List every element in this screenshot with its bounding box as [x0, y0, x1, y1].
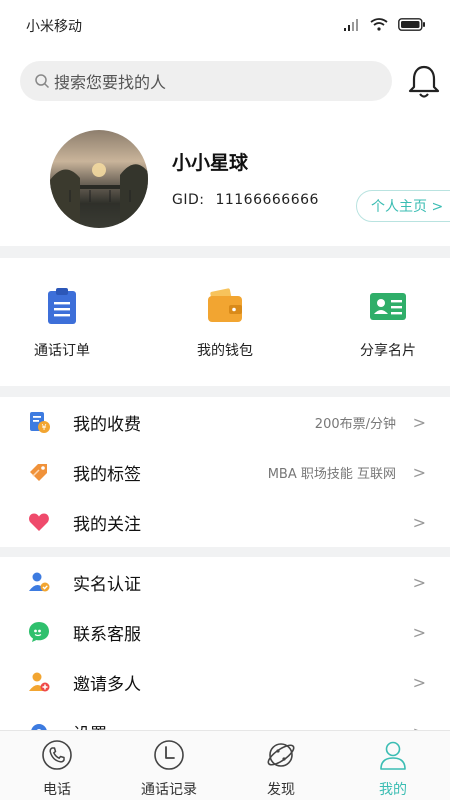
- person-icon: [380, 741, 406, 770]
- menu-item-my-fee[interactable]: ¥ 我的收费 200布票/分钟 >: [0, 397, 450, 447]
- menu-label: 实名认证: [73, 574, 141, 595]
- clipboard-icon: [48, 288, 76, 324]
- quick-action-label: 通话订单: [34, 343, 90, 359]
- gid-value: 11166666666: [215, 192, 319, 208]
- menu-group-profile: ¥ 我的收费 200布票/分钟 > 我的标签 MBA 职场技能 互联网 > 我的…: [0, 397, 450, 547]
- customer-service-icon: [29, 622, 49, 642]
- chevron-right-icon: >: [412, 572, 426, 592]
- phone-icon: [42, 740, 72, 770]
- business-card-icon: [370, 293, 406, 320]
- wifi-icon: [370, 18, 388, 31]
- tab-label: 电话: [43, 782, 71, 798]
- tab-discover[interactable]: 发现: [236, 739, 326, 799]
- tab-label: 发现: [267, 782, 295, 798]
- bottom-tab-bar: 电话 通话记录 发现 我的: [0, 730, 450, 800]
- tag-icon: [30, 464, 47, 481]
- menu-item-real-name-verification[interactable]: 实名认证 >: [0, 557, 450, 607]
- signal-icon: [344, 18, 358, 31]
- quick-action-wallet[interactable]: 我的钱包: [165, 286, 285, 360]
- verified-user-icon: [29, 572, 50, 592]
- settings-icon: [31, 724, 47, 730]
- tab-phone[interactable]: 电话: [12, 739, 102, 799]
- menu-label: 我的关注: [73, 514, 141, 535]
- quick-action-call-orders[interactable]: 通话订单: [2, 286, 122, 360]
- search-placeholder: 搜索您要找的人: [54, 73, 167, 92]
- quick-action-label: 我的钱包: [197, 343, 253, 359]
- menu-label: 联系客服: [73, 624, 141, 645]
- status-icons: [344, 18, 426, 31]
- tab-me[interactable]: 我的: [348, 739, 438, 799]
- search-row: 搜索您要找的人: [0, 50, 450, 118]
- quick-actions: 通话订单 我的钱包 分享名片: [0, 258, 450, 386]
- gid-label: GID:: [172, 192, 205, 208]
- bell-icon[interactable]: [404, 62, 444, 102]
- menu-item-my-tags[interactable]: 我的标签 MBA 职场技能 互联网 >: [0, 447, 450, 497]
- menu-group-account: 实名认证 > 联系客服 > 邀请多人 > 设置 >: [0, 557, 450, 730]
- invite-user-icon: [29, 672, 50, 692]
- search-icon: [35, 74, 50, 89]
- wallet-icon: [208, 288, 242, 322]
- menu-value: MBA 职场技能 互联网: [267, 466, 396, 482]
- tab-label: 我的: [379, 782, 407, 798]
- menu-value: 200布票/分钟: [314, 416, 396, 432]
- status-bar: 小米移动: [0, 0, 450, 50]
- personal-homepage-button[interactable]: 个人主页 >: [356, 190, 450, 222]
- menu-label: 邀请多人: [73, 674, 141, 695]
- menu-item-customer-service[interactable]: 联系客服 >: [0, 607, 450, 657]
- quick-action-share-card[interactable]: 分享名片: [328, 286, 448, 360]
- tab-label: 通话记录: [141, 782, 197, 798]
- menu-label: 我的标签: [73, 464, 141, 485]
- svg-text:¥: ¥: [41, 423, 46, 432]
- avatar[interactable]: [50, 130, 148, 228]
- menu-item-my-follows[interactable]: 我的关注 >: [0, 497, 450, 547]
- battery-icon: [398, 18, 425, 31]
- menu-label: 我的收费: [73, 414, 141, 435]
- chevron-right-icon: >: [413, 723, 426, 731]
- fee-icon: ¥: [30, 412, 50, 433]
- chevron-right-icon: >: [412, 412, 426, 432]
- menu-item-settings[interactable]: 设置 >: [0, 707, 450, 730]
- profile-gid: GID: 11166666666: [172, 192, 319, 208]
- avatar-image: [50, 163, 148, 228]
- search-input[interactable]: 搜索您要找的人: [20, 61, 392, 101]
- chevron-right-icon: >: [412, 622, 426, 642]
- call-history-icon: [154, 740, 184, 770]
- quick-action-label: 分享名片: [360, 343, 416, 359]
- planet-icon: [267, 743, 295, 767]
- chevron-right-icon: >: [412, 672, 426, 692]
- profile-nickname: 小小星球: [172, 152, 249, 174]
- tab-call-history[interactable]: 通话记录: [124, 739, 214, 799]
- menu-item-invite[interactable]: 邀请多人 >: [0, 657, 450, 707]
- chevron-right-icon: >: [412, 512, 426, 532]
- chevron-right-icon: >: [412, 462, 426, 482]
- carrier-name: 小米移动: [26, 19, 82, 35]
- heart-icon: [29, 513, 49, 531]
- menu-label: 设置: [73, 720, 107, 731]
- profile-card: 小小星球 GID: 11166666666 个人主页 >: [0, 118, 450, 246]
